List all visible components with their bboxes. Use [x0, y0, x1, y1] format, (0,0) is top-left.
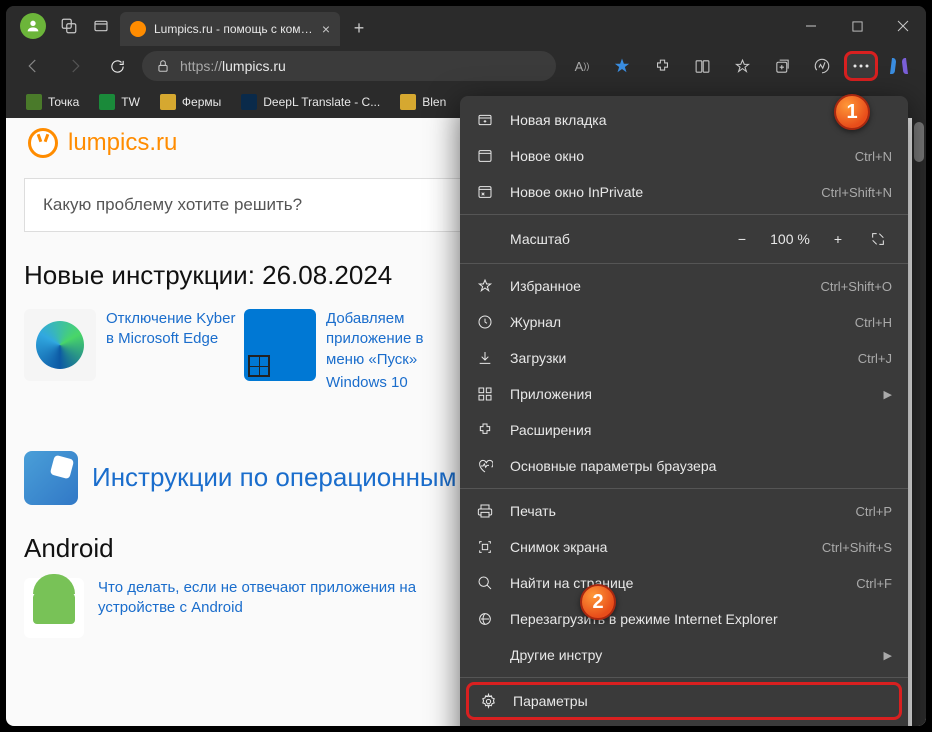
fullscreen-button[interactable] [864, 225, 892, 253]
main-menu-button[interactable] [844, 51, 878, 81]
site-lock-icon [156, 59, 170, 73]
download-icon [476, 349, 494, 367]
menu-settings[interactable]: Параметры [466, 682, 902, 720]
new-window-icon [476, 147, 494, 165]
browser-window: Lumpics.ru - помощь с компьют × + https:… [6, 6, 926, 726]
article-card[interactable]: Добавляем приложение в меню «Пуск»Window… [244, 309, 456, 391]
menu-apps[interactable]: Приложения▶ [460, 376, 908, 412]
performance-icon[interactable] [804, 49, 840, 83]
profile-avatar[interactable] [20, 13, 46, 39]
favorites-hub-icon[interactable] [724, 49, 760, 83]
menu-favorites[interactable]: ИзбранноеCtrl+Shift+O [460, 268, 908, 304]
tab-close-icon[interactable]: × [322, 21, 330, 37]
menu-more-tools[interactable]: Другие инстру▶ [460, 637, 908, 673]
refresh-button[interactable] [100, 49, 134, 83]
collections-icon[interactable] [764, 49, 800, 83]
screenshot-icon [476, 538, 494, 556]
site-name[interactable]: lumpics.ru [68, 129, 177, 157]
menu-help[interactable]: Справка и отзывы▶ [460, 722, 908, 726]
extensions-icon[interactable] [644, 49, 680, 83]
scrollbar[interactable] [912, 118, 926, 726]
menu-browser-essentials[interactable]: Основные параметры браузера [460, 448, 908, 484]
extensions-icon [476, 421, 494, 439]
heart-pulse-icon [476, 457, 494, 475]
browser-tab[interactable]: Lumpics.ru - помощь с компьют × [120, 12, 340, 46]
inprivate-icon [476, 183, 494, 201]
article-card[interactable]: Отключение Kyber в Microsoft Edge [24, 309, 236, 391]
ie-icon [476, 610, 494, 628]
annotation-callout-1: 1 [834, 94, 870, 130]
new-tab-button[interactable]: + [344, 13, 374, 43]
zoom-value: 100 % [768, 231, 812, 247]
copilot-icon[interactable] [882, 49, 916, 83]
url-text: https://lumpics.ru [180, 58, 286, 74]
menu-find[interactable]: Найти на страницеCtrl+F [460, 565, 908, 601]
edge-logo-icon [36, 321, 84, 369]
tab-title: Lumpics.ru - помощь с компьют [154, 22, 314, 36]
zoom-out-button[interactable]: − [728, 225, 756, 253]
menu-reload-ie[interactable]: Перезагрузить в режиме Internet Explorer [460, 601, 908, 637]
site-logo-icon [28, 128, 58, 158]
bookmark-item[interactable]: TW [91, 90, 148, 114]
minimize-button[interactable] [788, 6, 834, 46]
print-icon [476, 502, 494, 520]
search-icon [476, 574, 494, 592]
menu-print[interactable]: ПечатьCtrl+P [460, 493, 908, 529]
bookmark-item[interactable]: Точка [18, 90, 87, 114]
main-menu-dropdown: Новая вкладка Новое окноCtrl+N Новое окн… [460, 96, 908, 726]
menu-inprivate[interactable]: Новое окно InPrivateCtrl+Shift+N [460, 174, 908, 210]
bookmark-item[interactable]: Фермы [152, 90, 229, 114]
apps-icon [476, 385, 494, 403]
tab-actions-icon[interactable] [92, 17, 110, 35]
split-screen-icon[interactable] [684, 49, 720, 83]
menu-new-window[interactable]: Новое окноCtrl+N [460, 138, 908, 174]
read-aloud-icon[interactable]: A)) [564, 49, 600, 83]
favorite-star-icon[interactable] [604, 49, 640, 83]
menu-zoom: Масштаб − 100 % + [460, 219, 908, 259]
titlebar: Lumpics.ru - помощь с компьют × + [6, 6, 926, 46]
menu-screenshot[interactable]: Снимок экранаCtrl+Shift+S [460, 529, 908, 565]
close-window-button[interactable] [880, 6, 926, 46]
menu-downloads[interactable]: ЗагрузкиCtrl+J [460, 340, 908, 376]
gear-icon [479, 692, 497, 710]
windows-logo-icon [244, 309, 316, 381]
os-category-icon [24, 451, 78, 505]
star-icon [476, 277, 494, 295]
url-input[interactable]: https://lumpics.ru [142, 51, 556, 81]
forward-button [58, 49, 92, 83]
tab-favicon [130, 21, 146, 37]
history-icon [476, 313, 494, 331]
address-bar: https://lumpics.ru A)) [6, 46, 926, 86]
bookmark-item[interactable]: Blen [392, 90, 454, 114]
zoom-in-button[interactable]: + [824, 225, 852, 253]
workspaces-icon[interactable] [60, 17, 78, 35]
bookmark-item[interactable]: DeepL Translate - С... [233, 90, 388, 114]
android-logo-icon [24, 578, 84, 638]
menu-extensions[interactable]: Расширения [460, 412, 908, 448]
menu-history[interactable]: ЖурналCtrl+H [460, 304, 908, 340]
annotation-callout-2: 2 [580, 584, 616, 620]
maximize-button[interactable] [834, 6, 880, 46]
new-tab-icon [476, 111, 494, 129]
back-button[interactable] [16, 49, 50, 83]
